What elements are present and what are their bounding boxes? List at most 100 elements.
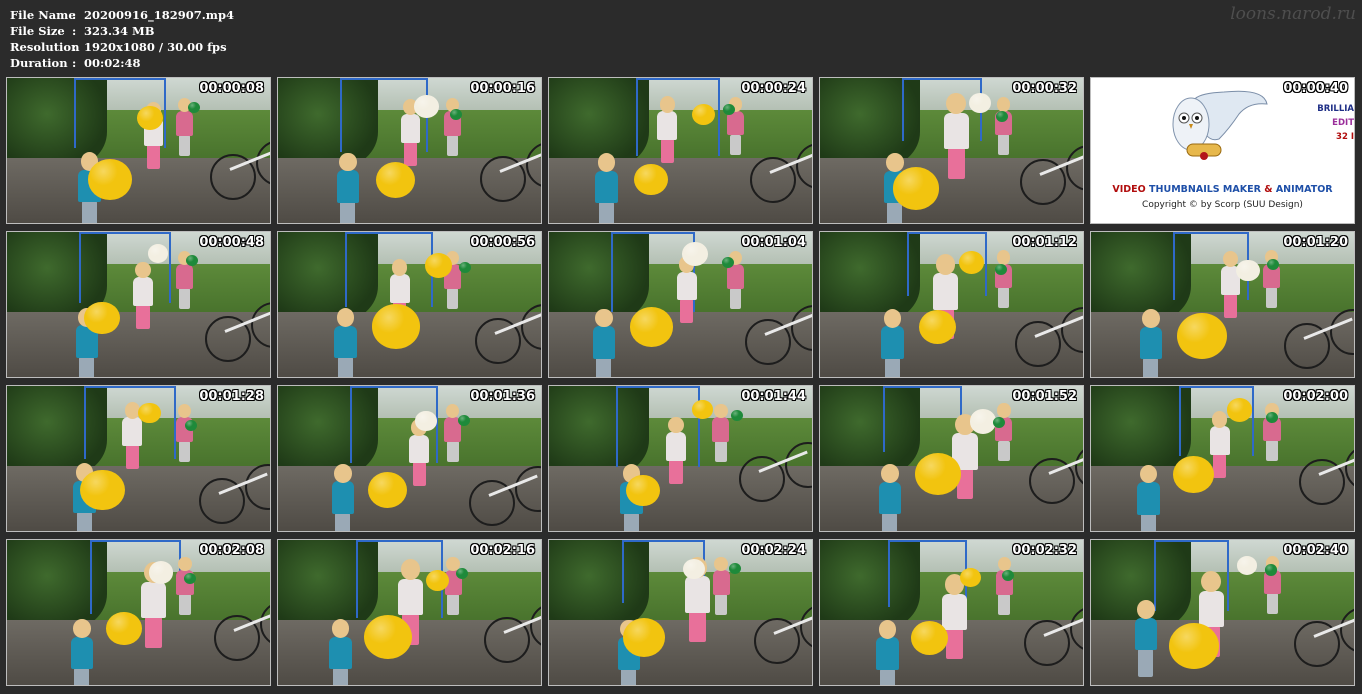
balloon <box>148 560 174 584</box>
file-size-value: 323.34 MB <box>84 24 155 38</box>
separator: : <box>72 56 77 70</box>
video-frame <box>278 232 541 377</box>
resolution-row: Resolution : 1920x1080 / 30.00 fps <box>10 39 234 55</box>
promo-title-thumbnails-maker: THUMBNAILS MAKER <box>1149 184 1261 195</box>
balloon <box>681 242 708 266</box>
balloon <box>959 567 982 587</box>
balloon <box>80 469 125 511</box>
timestamp-label: 00:01:28 <box>199 389 264 404</box>
video-thumbnail[interactable]: 00:01:04 <box>548 231 813 378</box>
duration-value: 00:02:48 <box>84 56 141 70</box>
balloon <box>892 167 939 210</box>
resolution-label: Resolution <box>10 40 80 54</box>
video-thumbnail[interactable]: 00:00:24 <box>548 77 813 224</box>
timestamp-label: 00:01:44 <box>741 389 806 404</box>
video-thumbnail[interactable]: 00:01:28 <box>6 385 271 532</box>
balloon <box>959 250 984 274</box>
video-thumbnail[interactable]: 00:00:32 <box>819 77 1084 224</box>
video-thumbnail[interactable]: 00:02:24 <box>548 539 813 686</box>
thumbnail-grid: 00:00:08 00:00:16 00:00:24 00:00:32 BRILLIA… <box>6 77 1356 688</box>
playground-frame <box>901 78 983 141</box>
timestamp-label: 00:01:52 <box>1012 389 1077 404</box>
video-thumbnail[interactable]: 00:01:52 <box>819 385 1084 532</box>
balloon <box>993 416 1006 428</box>
trees-area <box>1091 386 1191 476</box>
video-frame <box>7 232 270 377</box>
timestamp-label: 00:00:40 <box>1283 81 1348 96</box>
video-thumbnail[interactable]: 00:01:36 <box>277 385 542 532</box>
balloon <box>914 452 961 496</box>
video-thumbnail[interactable]: 00:01:44 <box>548 385 813 532</box>
watermark: loons.narod.ru <box>1230 4 1356 24</box>
balloon <box>185 419 198 431</box>
promo-title: VIDEO THUMBNAILS MAKER & ANIMATOR <box>1091 184 1354 195</box>
video-frame <box>278 386 541 531</box>
balloon <box>83 301 120 335</box>
separator: : <box>72 40 77 54</box>
balloon <box>424 253 452 278</box>
video-thumbnail[interactable]: 00:02:08 <box>6 539 271 686</box>
timestamp-label: 00:02:16 <box>470 543 535 558</box>
video-frame <box>1091 540 1354 685</box>
balloon <box>910 620 949 655</box>
timestamp-label: 00:01:20 <box>1283 235 1348 250</box>
balloon <box>138 402 161 424</box>
separator: : <box>72 8 77 22</box>
balloon <box>968 92 992 114</box>
timestamp-label: 00:00:24 <box>741 81 806 96</box>
balloon <box>457 414 470 426</box>
balloon <box>994 263 1007 275</box>
video-thumbnail[interactable]: 00:00:48 <box>6 231 271 378</box>
video-thumbnail[interactable]: 00:00:08 <box>6 77 271 224</box>
balloon <box>1176 312 1227 359</box>
video-frame <box>7 540 270 685</box>
timestamp-label: 00:02:08 <box>199 543 264 558</box>
video-frame <box>549 78 812 223</box>
resolution-value: 1920x1080 / 30.00 fps <box>84 40 227 54</box>
video-frame <box>820 78 1083 223</box>
video-thumbnail[interactable]: 00:01:12 <box>819 231 1084 378</box>
file-name-value: 20200916_182907.mp4 <box>84 8 234 22</box>
balloon <box>1266 411 1279 423</box>
video-thumbnail[interactable]: 00:02:32 <box>819 539 1084 686</box>
promo-title-video: VIDEO <box>1112 184 1146 195</box>
separator: : <box>72 24 77 38</box>
video-thumbnail[interactable]: 00:02:40 <box>1090 539 1355 686</box>
balloon <box>1001 569 1014 581</box>
balloon <box>372 304 421 349</box>
video-frame <box>278 540 541 685</box>
balloon <box>692 400 713 419</box>
playground-frame <box>616 386 701 468</box>
balloon <box>459 261 472 273</box>
video-frame <box>549 386 812 531</box>
video-thumbnail[interactable]: 00:02:00 <box>1090 385 1355 532</box>
balloon <box>1168 623 1219 670</box>
video-frame <box>820 540 1083 685</box>
video-frame <box>1091 386 1354 531</box>
timestamp-label: 00:02:32 <box>1012 543 1077 558</box>
promo-side-line-3: 32 I <box>1336 132 1354 142</box>
promo-title-animator: ANIMATOR <box>1275 184 1333 195</box>
promo-side-line-1: BRILLIA <box>1317 104 1354 114</box>
balloon <box>137 105 164 130</box>
timestamp-label: 00:02:40 <box>1283 543 1348 558</box>
balloon <box>376 161 416 198</box>
trees-area <box>549 78 649 168</box>
timestamp-label: 00:02:24 <box>741 543 806 558</box>
video-frame <box>278 78 541 223</box>
promo-side-text: BRILLIA EDIT 32 I <box>1317 102 1354 144</box>
balloon <box>87 158 133 200</box>
playground-frame <box>882 386 963 452</box>
duration-label: Duration <box>10 56 68 70</box>
promo-title-ampersand: & <box>1264 184 1273 195</box>
balloon <box>1172 455 1214 494</box>
timestamp-label: 00:00:08 <box>199 81 264 96</box>
video-thumbnail[interactable]: 00:02:16 <box>277 539 542 686</box>
video-thumbnail[interactable]: 00:01:20 <box>1090 231 1355 378</box>
promo-thumbnail[interactable]: BRILLIA EDIT 32 I VIDEO THUMBNAILS MAKER… <box>1090 77 1355 224</box>
video-thumbnail[interactable]: 00:00:56 <box>277 231 542 378</box>
video-frame <box>549 540 812 685</box>
video-thumbnail[interactable]: 00:00:16 <box>277 77 542 224</box>
video-frame <box>820 386 1083 531</box>
balloon <box>622 617 666 658</box>
